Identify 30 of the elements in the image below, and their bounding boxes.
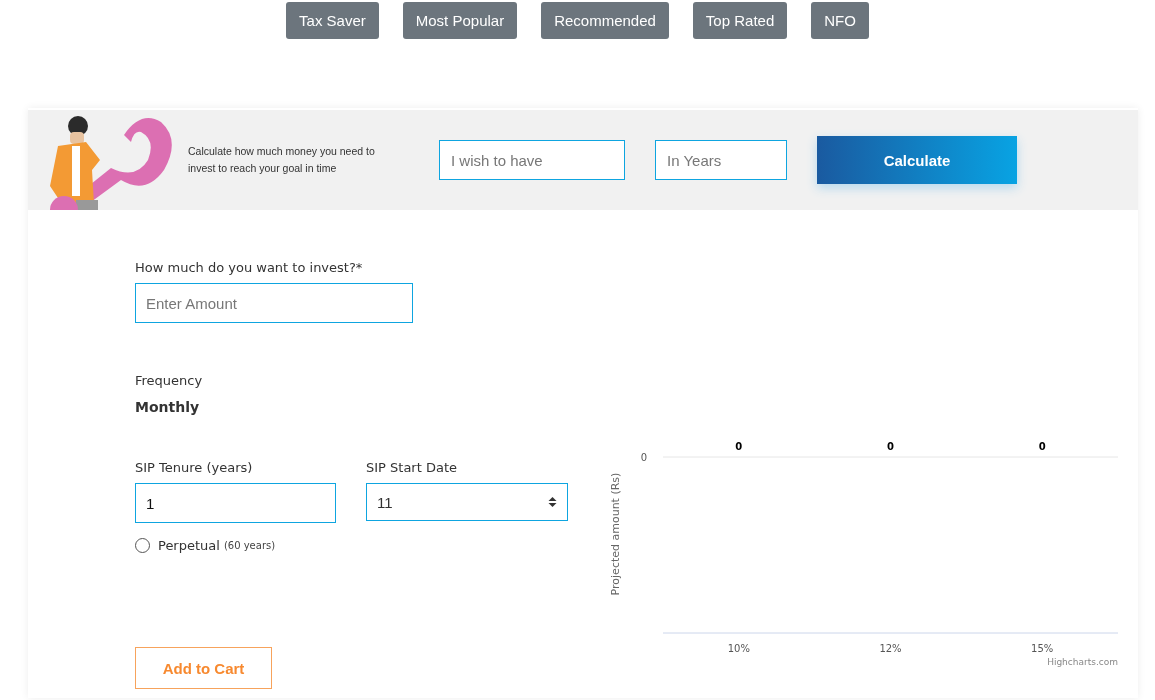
- category-tab[interactable]: Most Popular: [402, 2, 518, 39]
- frequency-value: Monthly: [135, 399, 200, 415]
- y-tick-label: 0: [640, 452, 647, 463]
- amount-field[interactable]: Enter Amount: [135, 283, 413, 323]
- x-tick-label: 12%: [879, 643, 902, 654]
- data-label: 0: [735, 441, 743, 452]
- tenure-label: SIP Tenure (years): [135, 460, 253, 475]
- banner-description: Calculate how much money you need to invest to reach your goal in time: [188, 144, 376, 176]
- data-label: 0: [1038, 441, 1046, 452]
- y-axis-title: Projected amount (Rs): [609, 472, 622, 596]
- x-tick-label: 15%: [1031, 643, 1054, 654]
- start-date-dropdown[interactable]: 11: [366, 483, 568, 521]
- perpetual-note: (60 years): [223, 540, 276, 551]
- add-to-cart-button[interactable]: Add to Cart: [135, 647, 272, 689]
- data-label: 0: [887, 441, 894, 452]
- x-tick-label: 10%: [727, 643, 750, 654]
- calculate-button[interactable]: Calculate: [817, 136, 1017, 184]
- start-date-label: SIP Start Date: [366, 460, 458, 475]
- goal-amount-field[interactable]: I wish to have: [439, 140, 625, 180]
- perpetual-label: Perpetual: [158, 538, 220, 553]
- category-tab[interactable]: NFO: [811, 2, 869, 39]
- category-tab[interactable]: Recommended: [541, 2, 669, 39]
- frequency-label: Frequency: [135, 373, 203, 388]
- up-down-arrows-icon: [548, 496, 557, 508]
- category-tab[interactable]: Tax Saver: [286, 2, 379, 39]
- category-tab[interactable]: Top Rated: [692, 2, 788, 39]
- amount-label: How much do you want to invest?*: [135, 260, 363, 275]
- tenure-field[interactable]: 1: [135, 483, 336, 523]
- years-field[interactable]: In Years: [655, 140, 787, 180]
- chart-credit: Highcharts.com: [1047, 657, 1118, 667]
